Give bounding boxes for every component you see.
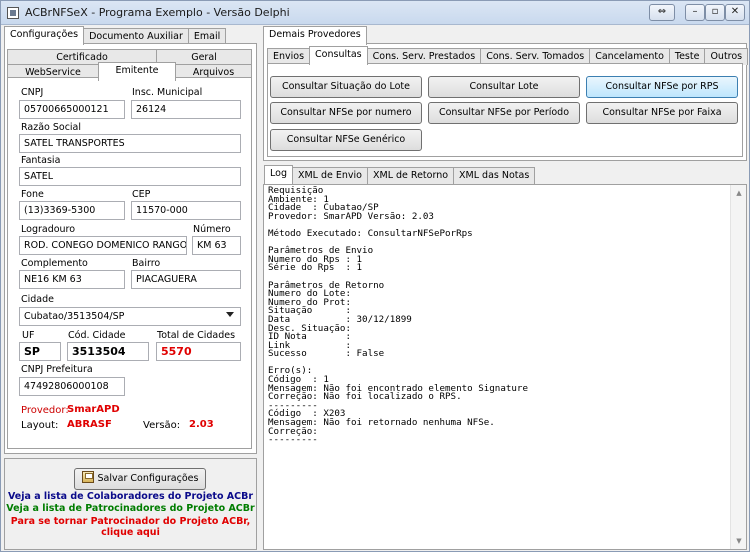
layout-value: ABRASF [67,419,112,430]
cep-label: CEP [132,189,151,200]
versao-value: 2.03 [189,419,214,430]
complemento-label: Complemento [21,258,88,269]
click-here-link[interactable]: clique aqui [5,527,256,538]
tab-log[interactable]: Log [264,165,293,184]
tab-xml-retorno[interactable]: XML de Retorno [366,167,455,184]
sponsor-panel: Salvar Configurações Veja a lista de Col… [4,458,257,550]
cep-field[interactable]: 11570-000 [131,201,241,220]
minimize-icon[interactable]: – [685,4,705,21]
cidade-label: Cidade [21,294,54,305]
app-window: ACBrNFSeX - Programa Exemplo - Versão De… [0,0,750,552]
total-cidades-label: Total de Cidades [157,330,236,341]
consultar-nfse-periodo-button[interactable]: Consultar NFSe por Período [428,102,580,124]
tab-emitente[interactable]: Emitente [98,62,176,81]
tab-xml-notas[interactable]: XML das Notas [453,167,536,184]
cnpj-prefeitura-label: CNPJ Prefeitura [21,364,93,375]
save-icon [81,471,94,483]
scroll-up-icon[interactable]: ▲ [734,188,744,198]
fone-label: Fone [21,189,44,200]
consultar-situacao-lote-button[interactable]: Consultar Situação do Lote [270,76,422,98]
cnpj-label: CNPJ [21,87,44,98]
close-icon[interactable]: ✕ [725,4,745,21]
cnpj-field[interactable]: 05700665000121 [19,100,125,119]
cidade-select-value: Cubatao/3513504/SP [24,311,125,322]
save-config-button[interactable]: Salvar Configurações [74,468,206,490]
uf-label: UF [22,330,35,341]
chevron-down-icon [226,312,234,317]
cod-cidade-field[interactable]: 3513504 [67,342,149,361]
cod-cidade-label: Cód. Cidade [68,330,126,341]
log-scrollbar[interactable]: ▲ ▼ [730,185,746,549]
maximize-icon[interactable]: ▫ [705,4,725,21]
insc-municipal-label: Insc. Municipal [132,87,203,98]
uf-field[interactable]: SP [19,342,61,361]
collaborators-link[interactable]: Veja a lista de Colaboradores do Projeto… [5,491,256,502]
log-panel[interactable]: Requisição Ambiente: 1 Cidade : Cubatao/… [263,184,747,550]
log-text[interactable]: Requisição Ambiente: 1 Cidade : Cubatao/… [268,186,528,445]
tab-consultas[interactable]: Consultas [309,46,368,65]
numero-label: Número [193,224,231,235]
title-bar[interactable]: ACBrNFSeX - Programa Exemplo - Versão De… [1,1,749,25]
versao-label: Versão: [143,420,181,431]
logradouro-field[interactable]: ROD. CONEGO DOMENICO RANGONI [19,236,187,255]
resize-arrows-icon[interactable]: ⇔ [649,4,675,21]
save-config-button-label: Salvar Configurações [97,473,199,484]
cnpj-prefeitura-field[interactable]: 47492806000108 [19,377,125,396]
layout-label: Layout: [21,420,59,431]
window-title: ACBrNFSeX - Programa Exemplo - Versão De… [25,6,290,19]
fantasia-label: Fantasia [21,155,61,166]
fone-field[interactable]: (13)3369-5300 [19,201,125,220]
consultar-nfse-numero-button[interactable]: Consultar NFSe por numero [270,102,422,124]
sponsors-link[interactable]: Veja a lista de Patrocinadores do Projet… [5,503,256,514]
become-sponsor-text[interactable]: Para se tornar Patrocinador do Projeto A… [5,516,256,527]
provedor-value: SmarAPD [67,404,120,415]
numero-field[interactable]: KM 63 [192,236,241,255]
consultar-lote-button[interactable]: Consultar Lote [428,76,580,98]
provider-tab-row: Demais Provedores [263,26,367,45]
tab-xml-envio[interactable]: XML de Envio [291,167,368,184]
bairro-field[interactable]: PIACAGUERA [131,270,241,289]
bairro-label: Bairro [132,258,161,269]
tab-demais-provedores[interactable]: Demais Provedores [263,26,367,45]
log-tab-row: Log XML de Envio XML de Retorno XML das … [264,165,536,184]
fantasia-field[interactable]: SATEL [19,167,241,186]
consultar-nfse-rps-button[interactable]: Consultar NFSe por RPS [586,76,738,98]
razao-social-label: Razão Social [21,122,82,133]
razao-social-field[interactable]: SATEL TRANSPORTES [19,134,241,153]
provedor-label: Provedor: [21,405,69,416]
total-cidades-field[interactable]: 5570 [156,342,241,361]
consultar-nfse-generico-button[interactable]: Consultar NFSe Genérico [270,129,422,151]
complemento-field[interactable]: NE16 KM 63 [19,270,125,289]
logradouro-label: Logradouro [21,224,76,235]
tab-configuracoes[interactable]: Configurações [4,26,85,45]
app-icon [7,7,19,19]
insc-municipal-field[interactable]: 26124 [131,100,241,119]
consultar-nfse-faixa-button[interactable]: Consultar NFSe por Faixa [586,102,738,124]
scroll-down-icon[interactable]: ▼ [734,536,744,546]
cidade-select[interactable]: Cubatao/3513504/SP [19,307,241,326]
